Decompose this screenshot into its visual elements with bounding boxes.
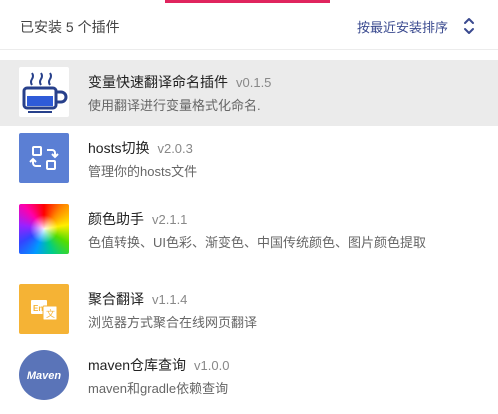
plugin-item[interactable]: hosts切换 v2.0.3 管理你的hosts文件 <box>0 126 498 197</box>
plugin-item[interactable]: 变量快速翻译命名插件 v0.1.5 使用翻译进行变量格式化命名. <box>0 60 498 126</box>
plugin-name: maven仓库查询 <box>88 357 187 373</box>
switch-arrows-icon <box>19 133 69 183</box>
svg-text:En: En <box>33 304 43 313</box>
list-header: 已安装 5 个插件 按最近安装排序 <box>0 0 498 50</box>
plugin-description: 使用翻译进行变量格式化命名. <box>88 98 261 113</box>
plugin-name: 变量快速翻译命名插件 <box>88 74 228 90</box>
sort-toggle-icon[interactable] <box>462 16 476 36</box>
plugin-title: hosts切换 v2.0.3 <box>88 138 193 158</box>
plugin-description: 管理你的hosts文件 <box>88 164 198 179</box>
plugin-name: 颜色助手 <box>88 211 144 227</box>
plugin-version: v1.0.0 <box>194 358 230 373</box>
plugin-version: v1.1.4 <box>152 292 188 307</box>
maven-logo-icon: Maven <box>19 350 69 400</box>
plugin-item[interactable]: 颜色助手 v2.1.1 色值转换、UI色彩、渐变色、中国传统颜色、图片颜色提取 <box>0 197 498 277</box>
sort-dropdown[interactable]: 按最近安装排序 <box>357 17 448 36</box>
svg-text:文: 文 <box>46 308 55 320</box>
plugin-description: maven和gradle依赖查询 <box>88 381 229 396</box>
plugin-title: 聚合翻译 v1.1.4 <box>88 289 187 309</box>
plugin-version: v2.0.3 <box>157 141 193 156</box>
coffee-cup-icon <box>19 67 69 117</box>
plugin-item[interactable]: En 文 聚合翻译 v1.1.4 浏览器方式聚合在线网页翻译 <box>0 277 498 343</box>
plugin-item[interactable]: Maven maven仓库查询 v1.0.0 maven和gradle依赖查询 <box>0 343 498 414</box>
maven-logo-text: Maven <box>27 370 62 382</box>
plugin-description: 浏览器方式聚合在线网页翻译 <box>88 315 258 330</box>
plugin-title: 变量快速翻译命名插件 v0.1.5 <box>88 72 271 92</box>
plugin-name: 聚合翻译 <box>88 291 144 307</box>
plugin-name: hosts切换 <box>88 140 150 156</box>
plugin-title: maven仓库查询 v1.0.0 <box>88 355 229 375</box>
installed-count: 已安装 5 个插件 <box>20 19 120 35</box>
color-wheel-icon <box>19 204 69 254</box>
plugin-description: 色值转换、UI色彩、渐变色、中国传统颜色、图片颜色提取 <box>88 235 427 250</box>
plugin-version: v0.1.5 <box>236 75 272 90</box>
translate-icon: En 文 <box>19 284 69 334</box>
plugin-list: 变量快速翻译命名插件 v0.1.5 使用翻译进行变量格式化命名. hosts切换 v… <box>0 60 498 414</box>
plugin-version: v2.1.1 <box>152 212 188 227</box>
plugin-title: 颜色助手 v2.1.1 <box>88 209 187 229</box>
